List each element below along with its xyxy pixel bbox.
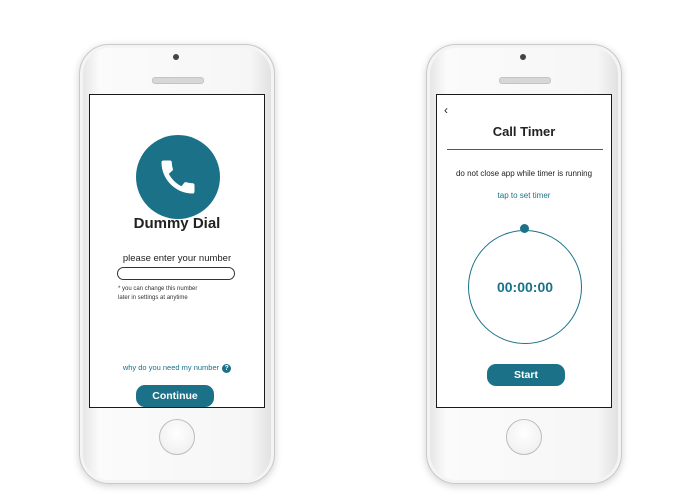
timer-dial-handle[interactable] xyxy=(520,224,529,233)
screen-call-timer: ‹ Call Timer do not close app while time… xyxy=(436,94,612,408)
number-prompt: please enter your number xyxy=(122,253,232,264)
phone-number-input[interactable] xyxy=(117,267,235,280)
speaker-grille xyxy=(499,77,551,84)
phone-left: Dummy Dial please enter your number * yo… xyxy=(79,44,275,484)
back-chevron-icon[interactable]: ‹ xyxy=(444,103,448,117)
home-button[interactable] xyxy=(506,419,542,455)
why-number-link-label: why do you need my number xyxy=(122,363,220,372)
phone-handset-icon xyxy=(161,160,195,194)
timer-warning: do not close app while timer is running xyxy=(455,169,593,178)
app-logo xyxy=(136,135,220,219)
camera-dot xyxy=(173,54,179,60)
continue-button[interactable]: Continue xyxy=(136,385,214,407)
hint-line-1: * you can change this number xyxy=(118,286,198,292)
screen-onboarding: Dummy Dial please enter your number * yo… xyxy=(89,94,265,408)
title-divider xyxy=(447,149,603,150)
start-button[interactable]: Start xyxy=(487,364,565,386)
timer-readout: 00:00:00 xyxy=(496,279,554,295)
camera-dot xyxy=(520,54,526,60)
number-hint: * you can change this number later in se… xyxy=(118,285,248,303)
page-title: Call Timer xyxy=(492,124,556,139)
hint-line-2: later in settings at anytime xyxy=(118,295,188,301)
home-button[interactable] xyxy=(159,419,195,455)
app-name: Dummy Dial xyxy=(133,215,221,232)
set-timer-link[interactable]: tap to set timer xyxy=(437,191,611,200)
phone-right: ‹ Call Timer do not close app while time… xyxy=(426,44,622,484)
help-icon: ? xyxy=(222,363,232,373)
speaker-grille xyxy=(152,77,204,84)
why-number-link[interactable]: why do you need my number? xyxy=(90,363,264,373)
